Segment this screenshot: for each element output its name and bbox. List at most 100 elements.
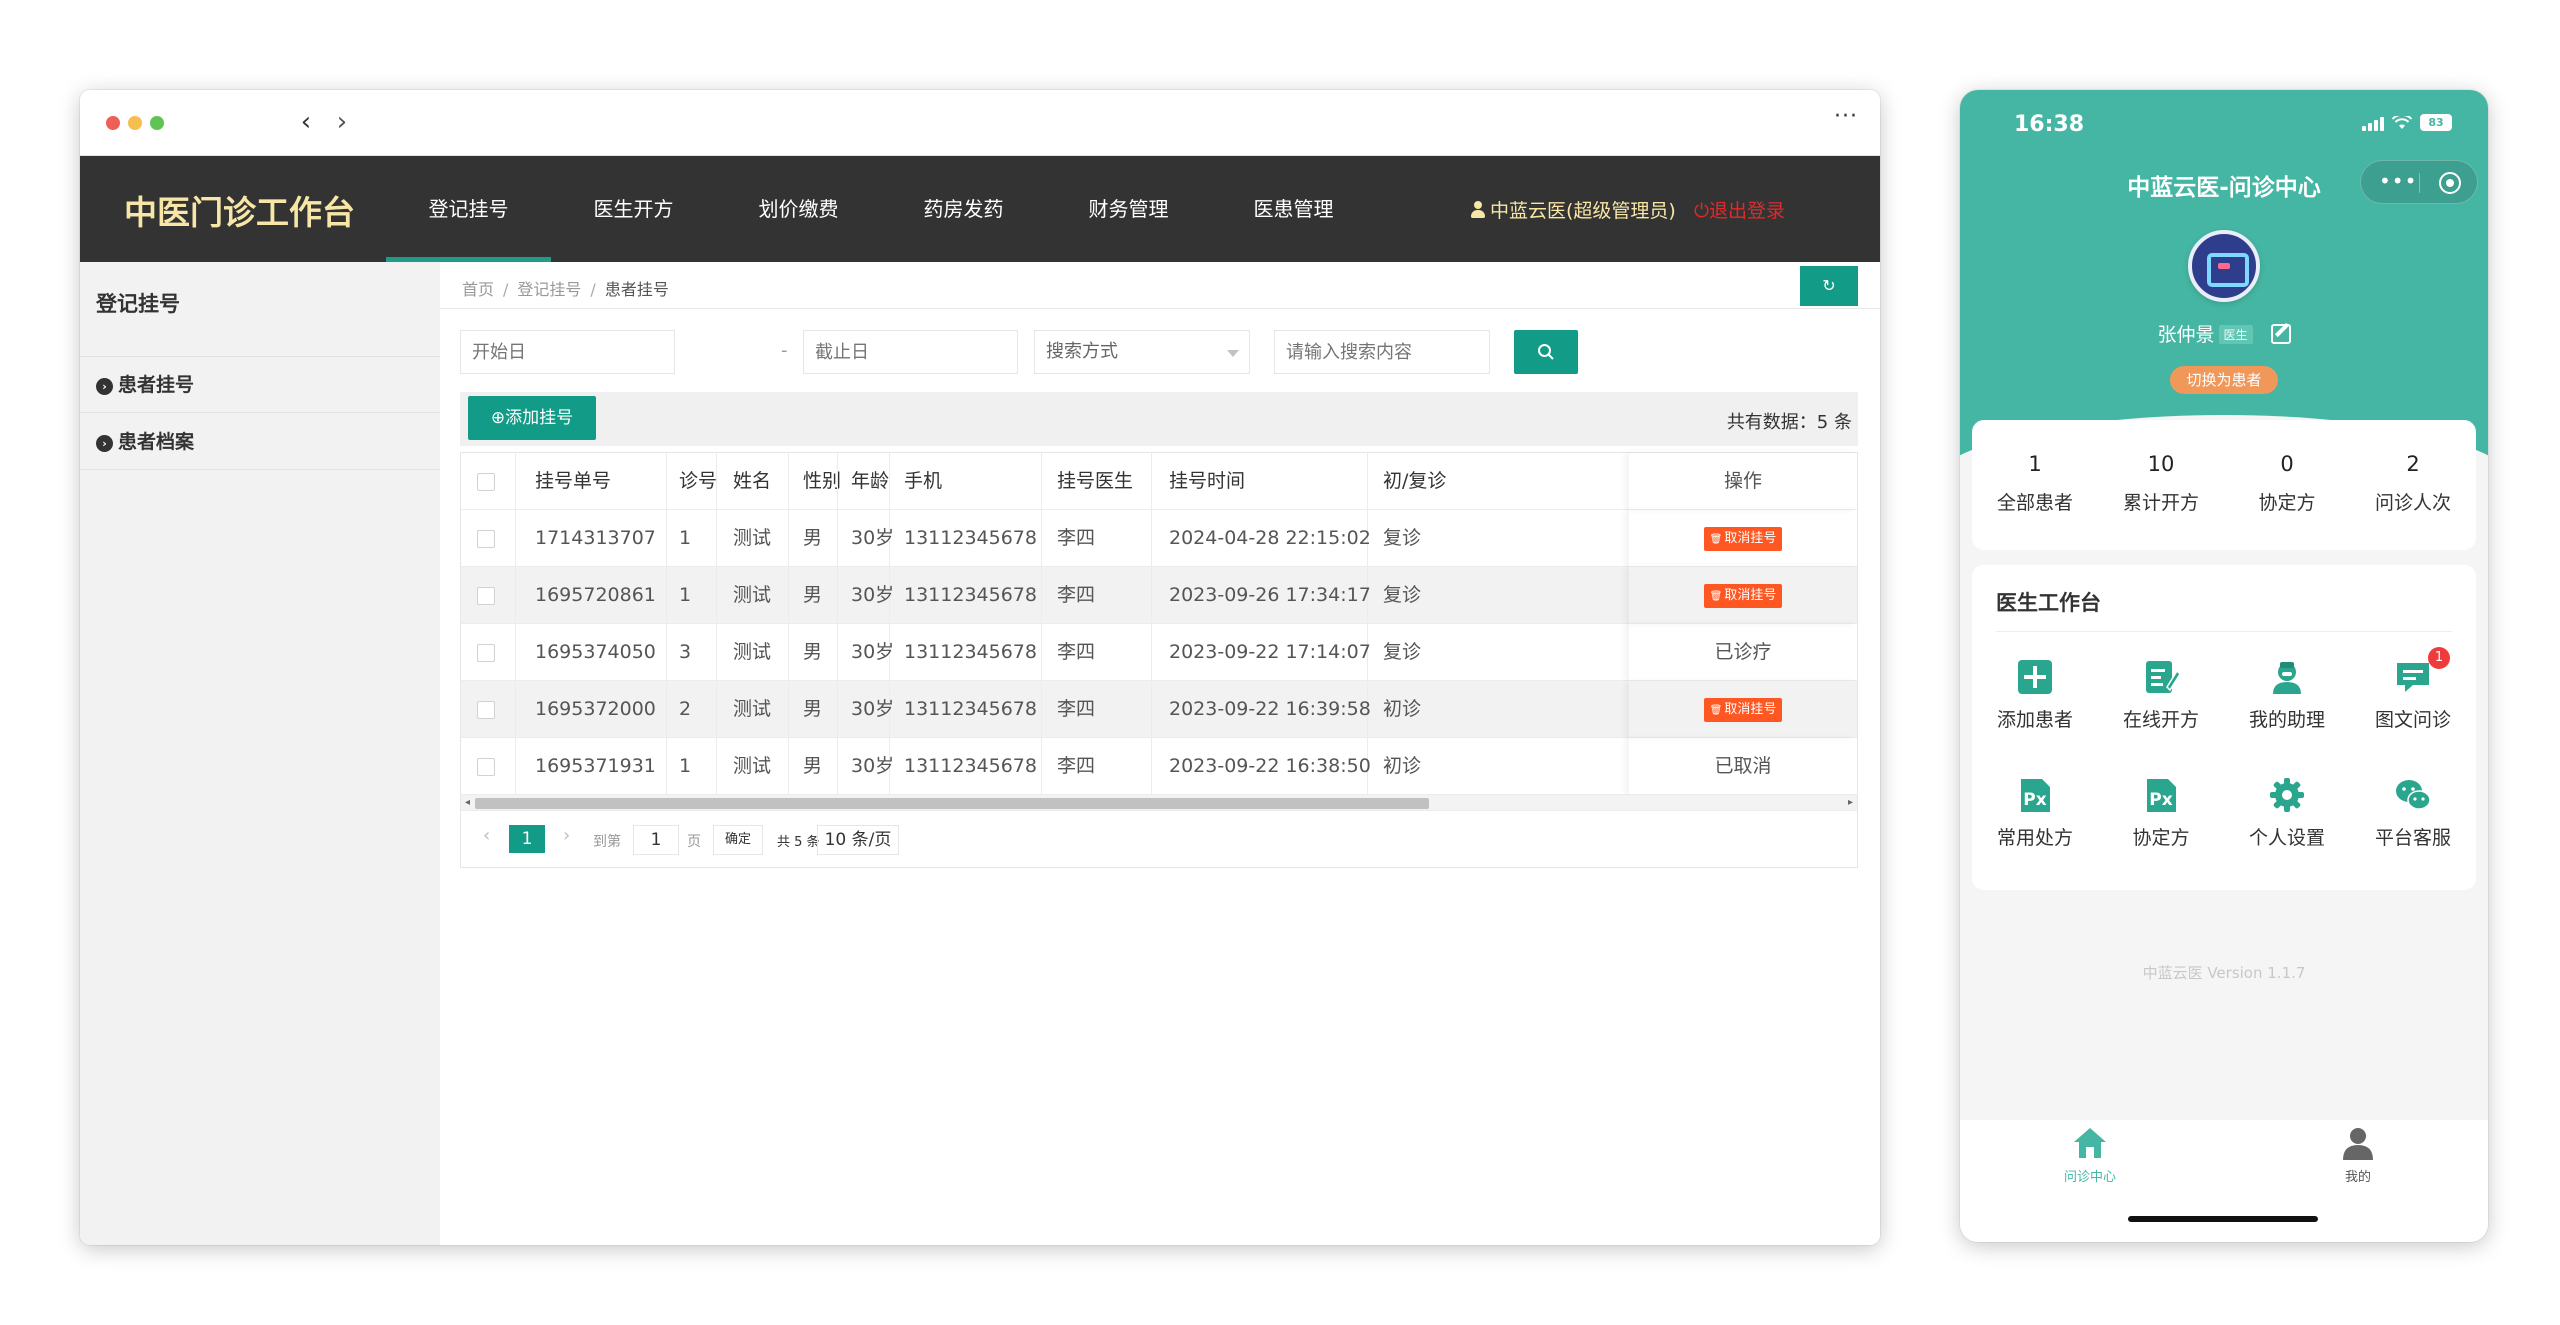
row-checkbox[interactable] [477, 530, 495, 548]
column-header[interactable]: 初/复诊 [1383, 453, 1446, 510]
status-text: 已取消 [1714, 755, 1772, 777]
row-checkbox[interactable] [477, 587, 495, 605]
refresh-icon: ↻ [1822, 276, 1836, 295]
nav-tab-billing[interactable]: 划价缴费 [716, 156, 881, 262]
tab-mine[interactable]: 我的 [2288, 1126, 2428, 1185]
table-row[interactable]: 1695371931 1 测试 男 30岁 13112345678 李四 2023-09-22… [461, 738, 1857, 795]
select-all-checkbox[interactable] [477, 473, 495, 491]
row-checkbox[interactable] [477, 758, 495, 776]
page-number-current[interactable]: 1 [509, 825, 545, 853]
table-row[interactable]: 1714313707 1 测试 男 30岁 13112345678 李四 2024-04-28… [461, 510, 1857, 567]
nav-tab-pharmacy[interactable]: 药房发药 [881, 156, 1046, 262]
edit-icon[interactable] [2270, 324, 2291, 344]
start-date-input[interactable] [460, 330, 675, 374]
search-input[interactable] [1274, 330, 1490, 374]
column-header[interactable]: 手机 [904, 453, 942, 510]
stat-total-prescriptions[interactable]: 10 累计开方 [2098, 420, 2224, 550]
chevron-right-icon: › [96, 378, 113, 395]
tab-consult-center[interactable]: 问诊中心 [2020, 1126, 2160, 1185]
record-count: 共 5 条 [777, 835, 820, 850]
tool-agreed-prescriptions[interactable]: Px 协定方 [2098, 775, 2224, 850]
scroll-left-icon[interactable]: ◂ [465, 795, 470, 811]
breadcrumb-home[interactable]: 首页 [462, 280, 494, 299]
stat-agreed-prescriptions[interactable]: 0 协定方 [2224, 420, 2350, 550]
cell-visit-type: 复诊 [1383, 527, 1422, 549]
current-user[interactable]: 中蓝云医(超级管理员) [1470, 196, 1676, 223]
goto-confirm-button[interactable]: 确定 [713, 825, 763, 855]
prev-page-icon[interactable]: ‹ [483, 825, 490, 846]
tool-text-consult[interactable]: 图文问诊 1 [2350, 647, 2476, 732]
refresh-button[interactable]: ↻ [1800, 266, 1858, 306]
cell-name: 测试 [733, 641, 772, 663]
app-brand: 中医门诊工作台 [124, 193, 355, 232]
column-header[interactable]: 姓名 [733, 453, 771, 510]
table-row[interactable]: 1695720861 1 测试 男 30岁 13112345678 李四 2023-09-26… [461, 567, 1857, 624]
tool-common-prescriptions[interactable]: Px 常用处方 [1972, 775, 2098, 850]
battery-icon: 83 [2420, 114, 2452, 131]
cell-registration-id: 1695720861 [535, 584, 656, 606]
goto-page-input[interactable]: 1 [633, 825, 679, 855]
column-header[interactable]: 挂号医生 [1057, 453, 1133, 510]
close-target-icon[interactable] [2439, 172, 2461, 194]
tool-personal-settings[interactable]: 个人设置 [2224, 775, 2350, 850]
cancel-registration-button[interactable]: 🗑 取消挂号 [1703, 527, 1783, 551]
tool-my-assistant[interactable]: 我的助理 [2224, 657, 2350, 732]
column-header[interactable]: 性别 [803, 453, 841, 510]
page-size-select[interactable]: 10 条/页 [817, 825, 899, 855]
cell-registration-id: 1695374050 [535, 641, 656, 663]
row-checkbox[interactable] [477, 701, 495, 719]
nav-tab-finance[interactable]: 财务管理 [1046, 156, 1211, 262]
nav-tab-prescribe[interactable]: 医生开方 [551, 156, 716, 262]
nav-tab-registration[interactable]: 登记挂号 [386, 156, 551, 262]
cancel-registration-button[interactable]: 🗑 取消挂号 [1703, 698, 1783, 722]
back-arrow-icon[interactable]: ‹ [294, 104, 318, 140]
more-dots-icon[interactable]: ••• [2379, 169, 2417, 193]
ops-cell: 已取消 [1629, 738, 1857, 795]
avatar[interactable] [2188, 230, 2260, 302]
column-header[interactable]: 挂号单号 [535, 453, 611, 510]
switch-to-patient-button[interactable]: 切换为患者 [2170, 366, 2278, 394]
ops-cell: 🗑 取消挂号 [1629, 681, 1857, 738]
sidebar-item-patient-records[interactable]: › 患者档案 [80, 414, 440, 470]
logout-link[interactable]: ⏻退出登录 [1694, 196, 1785, 223]
column-header[interactable]: 年龄 [851, 453, 889, 510]
close-window-button[interactable] [106, 116, 120, 130]
end-date-input[interactable] [803, 330, 1018, 374]
add-registration-button[interactable]: ⊕添加挂号 [468, 396, 596, 440]
cell-age: 30岁 [851, 755, 895, 777]
tool-online-prescribe[interactable]: 在线开方 [2098, 657, 2224, 732]
column-header[interactable]: 挂号时间 [1169, 453, 1245, 510]
tool-platform-support[interactable]: 平台客服 [2350, 775, 2476, 850]
minimize-window-button[interactable] [128, 116, 142, 130]
search-mode-select[interactable]: 搜索方式 [1034, 330, 1250, 374]
mini-program-capsule: ••• [2360, 160, 2478, 204]
page-label: 页 [687, 834, 701, 850]
forward-arrow-icon[interactable]: › [330, 104, 354, 140]
table-row[interactable]: 1695372000 2 测试 男 30岁 13112345678 李四 2023-09-22… [461, 681, 1857, 738]
more-options-icon[interactable]: ··· [1834, 104, 1858, 129]
sidebar-item-patient-register[interactable]: › 患者挂号 [80, 357, 440, 413]
notification-badge: 1 [2428, 647, 2450, 669]
next-page-icon[interactable]: › [563, 825, 570, 846]
search-button[interactable] [1514, 330, 1578, 374]
version-text: 中蓝云医 Version 1.1.7 [2142, 964, 2306, 982]
nav-tab-patient-mgmt[interactable]: 医患管理 [1211, 156, 1376, 262]
cell-phone: 13112345678 [904, 584, 1037, 606]
home-indicator [2128, 1216, 2318, 1222]
pagination: ‹ 1 › 到第 1 页 确定 共 5 条 10 条/页 [461, 811, 1857, 867]
cell-registration-id: 1714313707 [535, 527, 656, 549]
maximize-window-button[interactable] [150, 116, 164, 130]
scrollbar-thumb[interactable] [475, 798, 1429, 809]
cell-age: 30岁 [851, 527, 895, 549]
column-header[interactable]: 诊号 [679, 453, 717, 510]
cancel-registration-button[interactable]: 🗑 取消挂号 [1703, 584, 1783, 608]
horizontal-scrollbar[interactable]: ◂ ▸ [461, 795, 1857, 811]
nurse-icon [2273, 662, 2301, 694]
tool-add-patient[interactable]: 添加患者 [1972, 657, 2098, 732]
row-checkbox[interactable] [477, 644, 495, 662]
scroll-right-icon[interactable]: ▸ [1848, 795, 1853, 811]
breadcrumb-section[interactable]: 登记挂号 [517, 280, 581, 299]
stat-all-patients[interactable]: 1 全部患者 [1972, 420, 2098, 550]
table-row[interactable]: 1695374050 3 测试 男 30岁 13112345678 李四 2023-09-22… [461, 624, 1857, 681]
stat-consultations[interactable]: 2 问诊人次 [2350, 420, 2476, 550]
